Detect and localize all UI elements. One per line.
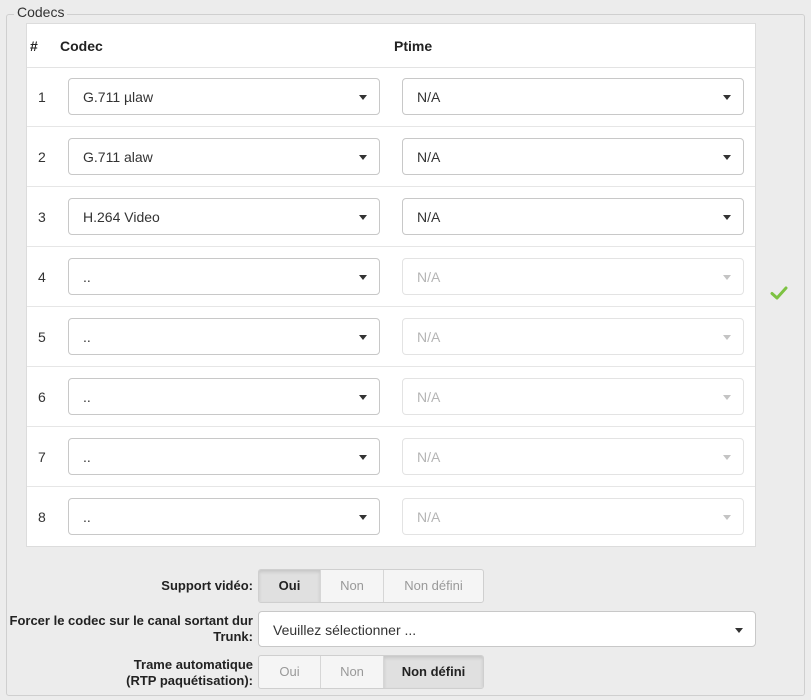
- ptime-value: N/A: [417, 269, 441, 285]
- table-row: 5.. N/A: [27, 307, 755, 367]
- chevron-down-icon: [359, 515, 367, 520]
- trame-auto-non-defini-button[interactable]: Non défini: [384, 656, 483, 688]
- support-video-label: Support vidéo:: [161, 578, 253, 593]
- row-index: 1: [38, 89, 46, 105]
- header-index: #: [30, 38, 38, 54]
- ptime-select[interactable]: N/A: [402, 78, 744, 115]
- codec-select[interactable]: ..: [68, 438, 380, 475]
- chevron-down-icon: [723, 155, 731, 160]
- table-row: 7.. N/A: [27, 427, 755, 487]
- ptime-select[interactable]: N/A: [402, 138, 744, 175]
- table-row: 2 G.711 alaw N/A: [27, 127, 755, 187]
- force-codec-label: Forcer le codec sur le canal sortant dur…: [10, 613, 253, 645]
- chevron-down-icon: [723, 395, 731, 400]
- row-index: 5: [38, 329, 46, 345]
- header-codec: Codec: [60, 38, 103, 54]
- codec-value: ..: [83, 449, 91, 465]
- support-video-oui-button[interactable]: Oui: [259, 570, 321, 602]
- chevron-down-icon: [359, 455, 367, 460]
- chevron-down-icon: [359, 155, 367, 160]
- force-codec-value: Veuillez sélectionner ...: [273, 622, 417, 638]
- chevron-down-icon: [735, 628, 743, 633]
- chevron-down-icon: [723, 215, 731, 220]
- force-codec-select[interactable]: Veuillez sélectionner ...: [258, 611, 756, 647]
- chevron-down-icon: [359, 275, 367, 280]
- table-row: 4.. N/A: [27, 247, 755, 307]
- ptime-value: N/A: [417, 209, 441, 225]
- codec-value: G.711 µlaw: [83, 89, 154, 105]
- table-row: 8.. N/A: [27, 487, 755, 547]
- codec-value: H.264 Video: [83, 209, 160, 225]
- table-row: 3 H.264 Video N/A: [27, 187, 755, 247]
- codec-select[interactable]: G.711 alaw: [68, 138, 380, 175]
- ptime-select: N/A: [402, 378, 744, 415]
- codec-select[interactable]: ..: [68, 258, 380, 295]
- force-codec-label-line1: Forcer le codec sur le canal sortant dur: [9, 613, 253, 628]
- trame-auto-non-button[interactable]: Non: [321, 656, 384, 688]
- row-index: 8: [38, 509, 46, 525]
- ptime-select[interactable]: N/A: [402, 198, 744, 235]
- fieldset-legend: Codecs: [14, 4, 68, 20]
- codec-value: ..: [83, 269, 91, 285]
- support-video-non-button[interactable]: Non: [321, 570, 384, 602]
- chevron-down-icon: [723, 275, 731, 280]
- ptime-select: N/A: [402, 438, 744, 475]
- row-index: 6: [38, 389, 46, 405]
- checkmark-icon: [770, 286, 788, 300]
- codec-select[interactable]: ..: [68, 378, 380, 415]
- codec-value: ..: [83, 389, 91, 405]
- table-header: # Codec Ptime: [27, 24, 755, 68]
- support-video-toggle: Oui Non Non défini: [258, 569, 484, 603]
- table-row: 1 G.711 µlaw N/A: [27, 67, 755, 127]
- codec-value: G.711 alaw: [83, 149, 153, 165]
- ptime-select: N/A: [402, 498, 744, 535]
- ptime-select: N/A: [402, 258, 744, 295]
- force-codec-label-line2: Trunk:: [213, 629, 253, 644]
- trame-auto-label-line2: (RTP paquétisation):: [126, 673, 253, 688]
- support-video-non-defini-button[interactable]: Non défini: [384, 570, 483, 602]
- codec-select[interactable]: ..: [68, 498, 380, 535]
- codecs-table: # Codec Ptime 1 G.711 µlaw N/A 2 G.711 alaw N…: [26, 23, 756, 547]
- chevron-down-icon: [359, 95, 367, 100]
- codec-select[interactable]: ..: [68, 318, 380, 355]
- trame-auto-label: Trame automatique (RTP paquétisation):: [126, 657, 253, 689]
- ptime-value: N/A: [417, 149, 441, 165]
- codec-value: ..: [83, 329, 91, 345]
- chevron-down-icon: [359, 335, 367, 340]
- table-row: 6.. N/A: [27, 367, 755, 427]
- row-index: 7: [38, 449, 46, 465]
- trame-auto-toggle: Oui Non Non défini: [258, 655, 484, 689]
- ptime-value: N/A: [417, 389, 441, 405]
- ptime-value: N/A: [417, 329, 441, 345]
- ptime-value: N/A: [417, 89, 441, 105]
- chevron-down-icon: [723, 515, 731, 520]
- codec-select[interactable]: H.264 Video: [68, 198, 380, 235]
- codec-value: ..: [83, 509, 91, 525]
- trame-auto-label-line1: Trame automatique: [133, 657, 253, 672]
- row-index: 3: [38, 209, 46, 225]
- ptime-value: N/A: [417, 449, 441, 465]
- header-ptime: Ptime: [394, 38, 433, 54]
- chevron-down-icon: [359, 395, 367, 400]
- chevron-down-icon: [359, 215, 367, 220]
- codec-select[interactable]: G.711 µlaw: [68, 78, 380, 115]
- row-index: 2: [38, 149, 46, 165]
- chevron-down-icon: [723, 455, 731, 460]
- chevron-down-icon: [723, 335, 731, 340]
- trame-auto-oui-button[interactable]: Oui: [259, 656, 321, 688]
- ptime-value: N/A: [417, 509, 441, 525]
- ptime-select: N/A: [402, 318, 744, 355]
- chevron-down-icon: [723, 95, 731, 100]
- row-index: 4: [38, 269, 46, 285]
